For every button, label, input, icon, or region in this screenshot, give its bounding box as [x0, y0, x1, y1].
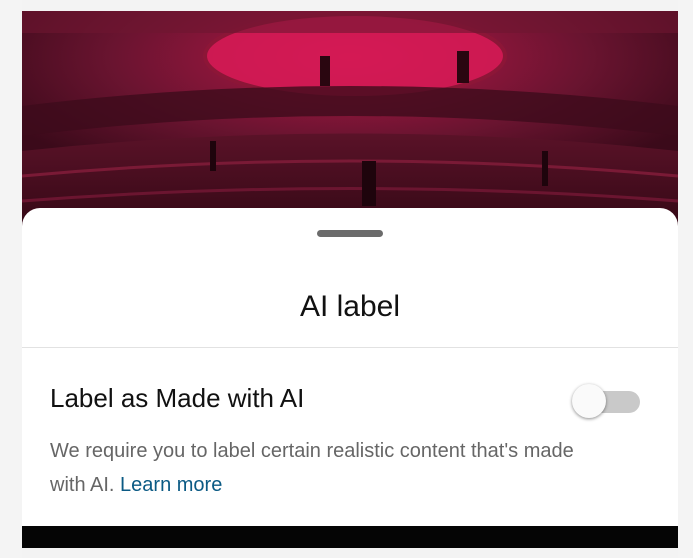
- made-with-ai-toggle[interactable]: [572, 384, 642, 420]
- ai-label-description: We require you to label certain realisti…: [50, 434, 610, 502]
- screen: AI label Label as Made with AI We requir…: [0, 0, 693, 558]
- left-gutter: [0, 0, 22, 558]
- sheet-title: AI label: [299, 290, 401, 323]
- right-gutter: [678, 0, 693, 558]
- concert-hall-image: [22, 11, 678, 241]
- drag-handle[interactable]: [317, 230, 383, 237]
- ai-label-bottom-sheet: AI label Label as Made with AI We requir…: [22, 208, 678, 526]
- learn-more-link[interactable]: Learn more: [120, 474, 222, 496]
- made-with-ai-label: Label as Made with AI: [50, 383, 305, 413]
- bottom-bar: [22, 526, 678, 548]
- divider: [22, 347, 678, 348]
- media-preview-image: [22, 11, 678, 241]
- toggle-knob: [572, 384, 606, 418]
